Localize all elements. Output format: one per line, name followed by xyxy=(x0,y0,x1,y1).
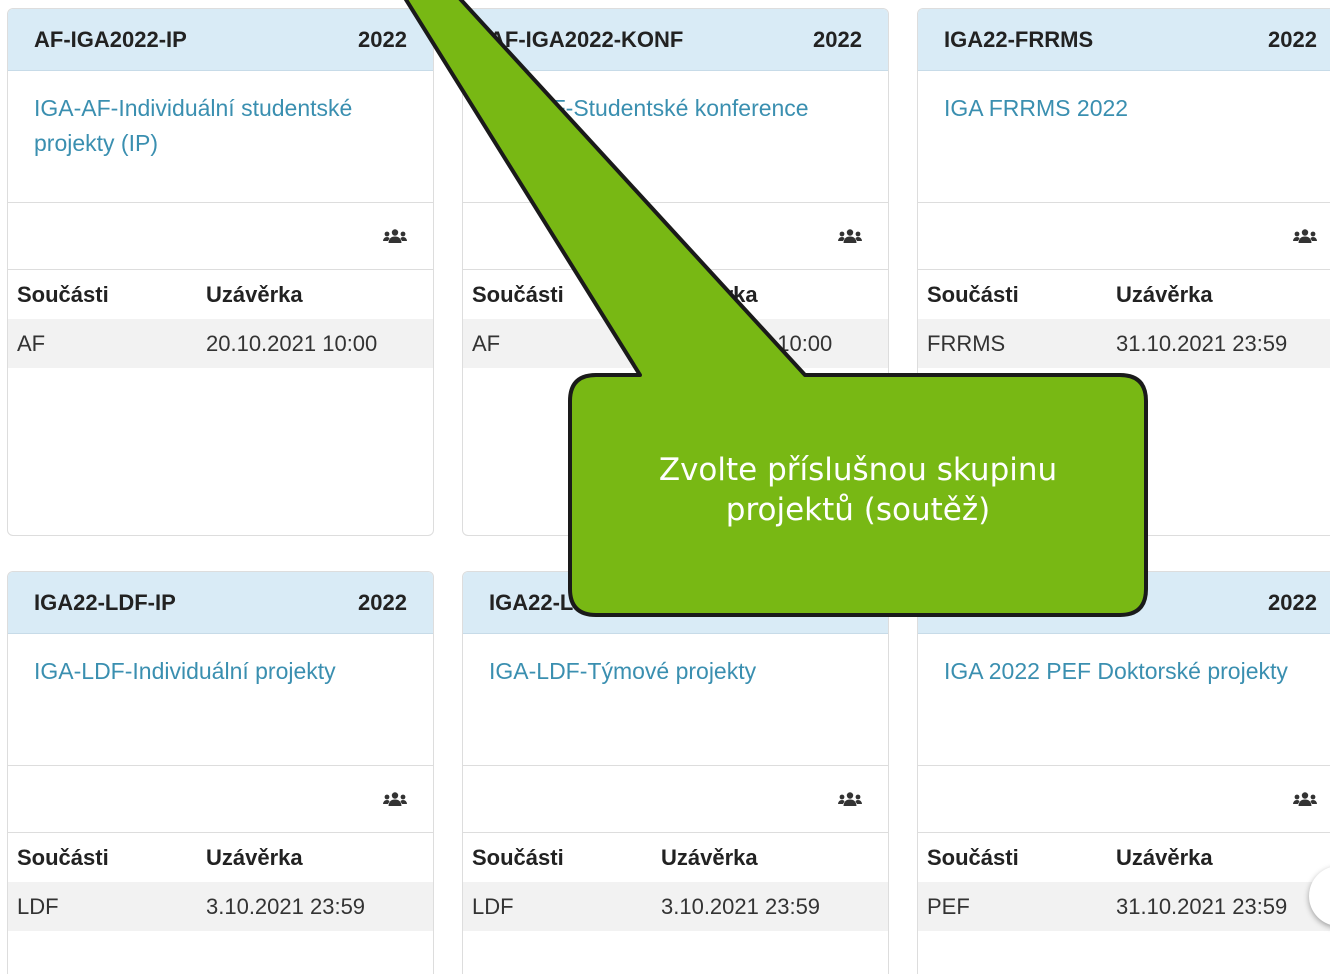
group-icon xyxy=(1293,229,1317,243)
cell-deadline: 31.10.2021 23:59 xyxy=(1116,893,1288,919)
cell-deadline: 3.10.2021 23:59 xyxy=(206,893,366,919)
card-code: AF-IGA2022-IP xyxy=(34,26,187,52)
card-title-link[interactable]: IGA-LDF-Individuální projekty xyxy=(34,658,336,684)
cell-part: AF xyxy=(17,330,46,356)
project-group-card[interactable]: AF-IGA2022-IP 2022 IGA-AF-Individuální s… xyxy=(7,8,434,536)
card-title-link[interactable]: IGA-AF-Studentské konference xyxy=(489,95,809,121)
card-title-link[interactable]: IGA-AF-Individuální studentské projekty … xyxy=(34,95,352,156)
table-header: Součásti Uzávěrka xyxy=(8,270,433,319)
card-year: 2022 xyxy=(358,589,407,615)
card-header: IGA22-PEF-DP 2022 xyxy=(918,572,1330,634)
callout-line-1: Zvolte příslušnou skupinu xyxy=(658,452,1058,488)
card-year: 2022 xyxy=(813,26,862,52)
cell-deadline: 20.10.2021 10:00 xyxy=(661,330,833,356)
cell-part: PEF xyxy=(927,893,970,919)
table-row: AF 20.10.2021 10:00 xyxy=(463,319,888,368)
group-icon xyxy=(838,792,862,806)
card-header: AF-IGA2022-KONF 2022 xyxy=(463,9,888,71)
card-icon-bar xyxy=(463,766,888,833)
callout-line-2: projektů (soutěž) xyxy=(725,492,991,528)
card-header: IGA22-LDF-TP 2022 xyxy=(463,572,888,634)
card-title-area: IGA 2022 PEF Doktorské projekty xyxy=(918,634,1330,766)
card-code: IGA22-PEF-DP xyxy=(944,589,1096,615)
table-row: LDF 3.10.2021 23:59 xyxy=(8,882,433,931)
card-code: IGA22-LDF-TP xyxy=(489,589,639,615)
card-code: IGA22-FRRMS xyxy=(944,26,1094,52)
card-year: 2022 xyxy=(1268,589,1317,615)
cell-deadline: 3.10.2021 23:59 xyxy=(661,893,821,919)
card-title-link[interactable]: IGA-LDF-Týmové projekty xyxy=(489,658,756,684)
project-group-card[interactable]: IGA22-LDF-IP 2022 IGA-LDF-Individuální p… xyxy=(7,571,434,974)
cell-part: LDF xyxy=(472,893,514,919)
group-icon xyxy=(383,229,407,243)
col-header-parts: Součásti xyxy=(927,281,1019,307)
card-year: 2022 xyxy=(1268,26,1317,52)
card-year: 2022 xyxy=(358,26,407,52)
card-title-area: IGA FRRMS 2022 xyxy=(918,71,1330,203)
card-title-link[interactable]: IGA 2022 PEF Doktorské projekty xyxy=(944,658,1288,684)
col-header-deadline: Uzávěrka xyxy=(1116,281,1213,307)
col-header-parts: Součásti xyxy=(927,844,1019,870)
card-title-area: IGA-LDF-Týmové projekty xyxy=(463,634,888,766)
cell-part: FRRMS xyxy=(927,330,1006,356)
table-row: PEF 31.10.2021 23:59 xyxy=(918,882,1330,931)
project-groups-page: AF-IGA2022-IP 2022 IGA-AF-Individuální s… xyxy=(0,0,1330,974)
cell-deadline: 20.10.2021 10:00 xyxy=(206,330,378,356)
table-header: Součásti Uzávěrka xyxy=(463,833,888,882)
col-header-parts: Součásti xyxy=(472,844,564,870)
col-header-parts: Součásti xyxy=(17,281,109,307)
card-code: IGA22-LDF-IP xyxy=(34,589,176,615)
group-icon xyxy=(838,229,862,243)
table-row: LDF 3.10.2021 23:59 xyxy=(463,882,888,931)
col-header-deadline: Uzávěrka xyxy=(661,281,758,307)
card-title-link[interactable]: IGA FRRMS 2022 xyxy=(944,95,1128,121)
table-header: Součásti Uzávěrka xyxy=(8,833,433,882)
table-header: Součásti Uzávěrka xyxy=(918,833,1330,882)
card-icon-bar xyxy=(8,766,433,833)
card-header: AF-IGA2022-IP 2022 xyxy=(8,9,433,71)
card-header: IGA22-FRRMS 2022 xyxy=(918,9,1330,71)
table-row: AF 20.10.2021 10:00 xyxy=(8,319,433,368)
table-header: Součásti Uzávěrka xyxy=(918,270,1330,319)
cell-part: LDF xyxy=(17,893,59,919)
group-icon xyxy=(1293,792,1317,806)
project-group-card[interactable]: IGA22-LDF-TP 2022 IGA-LDF-Týmové projekt… xyxy=(462,571,889,974)
card-icon-bar xyxy=(8,203,433,270)
card-icon-bar xyxy=(918,203,1330,270)
card-title-area: IGA-LDF-Individuální projekty xyxy=(8,634,433,766)
table-header: Součásti Uzávěrka xyxy=(463,270,888,319)
group-icon xyxy=(383,792,407,806)
project-group-card[interactable]: IGA22-PEF-DP 2022 IGA 2022 PEF Doktorské… xyxy=(917,571,1330,974)
col-header-deadline: Uzávěrka xyxy=(206,281,303,307)
col-header-deadline: Uzávěrka xyxy=(206,844,303,870)
card-code: AF-IGA2022-KONF xyxy=(489,26,684,52)
table-row: FRRMS 31.10.2021 23:59 xyxy=(918,319,1330,368)
card-icon-bar xyxy=(918,766,1330,833)
cell-deadline: 31.10.2021 23:59 xyxy=(1116,330,1288,356)
card-icon-bar xyxy=(463,203,888,270)
col-header-deadline: Uzávěrka xyxy=(661,844,758,870)
card-title-area: IGA-AF-Studentské konference xyxy=(463,71,888,203)
col-header-parts: Součásti xyxy=(472,281,564,307)
col-header-deadline: Uzávěrka xyxy=(1116,844,1213,870)
cell-part: AF xyxy=(472,330,501,356)
card-year: 2022 xyxy=(813,589,862,615)
card-title-area: IGA-AF-Individuální studentské projekty … xyxy=(8,71,433,203)
callout-text: Zvolte příslušnou skupinu projektů (sout… xyxy=(570,450,1146,530)
col-header-parts: Součásti xyxy=(17,844,109,870)
card-header: IGA22-LDF-IP 2022 xyxy=(8,572,433,634)
